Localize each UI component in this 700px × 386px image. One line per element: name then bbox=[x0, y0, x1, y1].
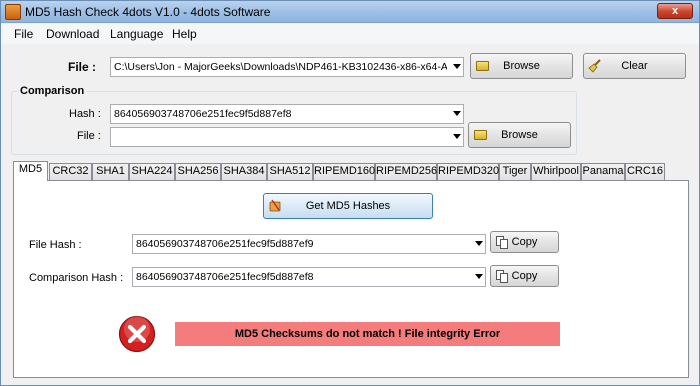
chevron-down-icon[interactable] bbox=[475, 241, 483, 246]
get-hashes-button[interactable]: Get MD5 Hashes bbox=[263, 193, 433, 219]
menu-language[interactable]: Language bbox=[110, 27, 163, 41]
chevron-down-icon[interactable] bbox=[475, 274, 483, 279]
tab-ripemd160[interactable]: RIPEMD160 bbox=[313, 163, 375, 180]
copy-label: Copy bbox=[511, 270, 538, 282]
browse-button[interactable]: Browse bbox=[470, 53, 573, 79]
close-button[interactable]: x bbox=[657, 3, 693, 19]
chevron-down-icon[interactable] bbox=[453, 111, 461, 116]
copy-file-hash-button[interactable]: Copy bbox=[490, 231, 559, 253]
file-path-value: C:\Users\Jon - MajorGeeks\Downloads\NDP4… bbox=[114, 61, 447, 73]
tab-crc16[interactable]: CRC16 bbox=[625, 163, 665, 180]
comparison-title: Comparison bbox=[17, 85, 88, 97]
app-icon bbox=[5, 4, 21, 20]
file-hash-value: 864056903748706e251fec9f5d887ef9 bbox=[136, 238, 314, 250]
comparison-hash-panel-combo[interactable]: 864056903748706e251fec9f5d887ef8 bbox=[132, 267, 486, 287]
comparison-hash-label: Hash : bbox=[69, 108, 101, 120]
tab-tiger[interactable]: Tiger bbox=[499, 163, 531, 180]
menu-bar: File Download Language Help bbox=[1, 24, 699, 44]
file-label: File : bbox=[68, 60, 97, 74]
chevron-down-icon[interactable] bbox=[453, 134, 461, 139]
error-x-icon bbox=[118, 315, 156, 353]
tab-ripemd320[interactable]: RIPEMD320 bbox=[437, 163, 499, 180]
get-hashes-label: Get MD5 Hashes bbox=[305, 200, 391, 212]
comparison-hash-value: 864056903748706e251fec9f5d887ef8 bbox=[114, 108, 292, 120]
chevron-down-icon[interactable] bbox=[453, 64, 461, 69]
tab-sha1[interactable]: SHA1 bbox=[92, 163, 129, 180]
menu-download[interactable]: Download bbox=[46, 27, 99, 41]
file-hash-combo[interactable]: 864056903748706e251fec9f5d887ef9 bbox=[132, 234, 486, 254]
menu-help[interactable]: Help bbox=[172, 27, 197, 41]
file-path-combo[interactable]: C:\Users\Jon - MajorGeeks\Downloads\NDP4… bbox=[110, 57, 464, 77]
tab-sha512[interactable]: SHA512 bbox=[267, 163, 313, 180]
copy-label: Copy bbox=[511, 236, 538, 248]
tab-crc32[interactable]: CRC32 bbox=[49, 163, 92, 180]
file-hash-label: File Hash : bbox=[29, 239, 82, 251]
menu-file[interactable]: File bbox=[14, 27, 33, 41]
app-window: MD5 Hash Check 4dots V1.0 - 4dots Softwa… bbox=[0, 0, 700, 386]
browse-button-label: Browse bbox=[503, 60, 540, 72]
comparison-hash-panel-label: Comparison Hash : bbox=[29, 272, 124, 284]
window-title: MD5 Hash Check 4dots V1.0 - 4dots Softwa… bbox=[25, 5, 271, 19]
tab-md5[interactable]: MD5 bbox=[13, 161, 48, 181]
title-bar[interactable]: MD5 Hash Check 4dots V1.0 - 4dots Softwa… bbox=[1, 1, 699, 23]
comparison-hash-panel-value: 864056903748706e251fec9f5d887ef8 bbox=[136, 271, 314, 283]
comparison-hash-combo[interactable]: 864056903748706e251fec9f5d887ef8 bbox=[110, 104, 464, 124]
comparison-file-label: File : bbox=[77, 130, 101, 142]
tab-sha256[interactable]: SHA256 bbox=[175, 163, 221, 180]
tab-ripemd256[interactable]: RIPEMD256 bbox=[375, 163, 437, 180]
status-message: MD5 Checksums do not match ! File integr… bbox=[175, 322, 560, 346]
comparison-browse-button[interactable]: Browse bbox=[468, 122, 571, 148]
tab-panama[interactable]: Panama bbox=[581, 163, 625, 180]
clear-button-label: Clear bbox=[621, 60, 648, 72]
tab-sha224[interactable]: SHA224 bbox=[129, 163, 175, 180]
close-icon: x bbox=[671, 5, 679, 17]
comparison-file-combo[interactable] bbox=[110, 127, 464, 147]
clear-button[interactable]: Clear bbox=[583, 53, 686, 79]
tab-sha384[interactable]: SHA384 bbox=[221, 163, 267, 180]
comparison-browse-label: Browse bbox=[501, 129, 538, 141]
copy-comparison-hash-button[interactable]: Copy bbox=[490, 265, 559, 287]
tab-whirlpool[interactable]: Whirlpool bbox=[531, 163, 581, 180]
